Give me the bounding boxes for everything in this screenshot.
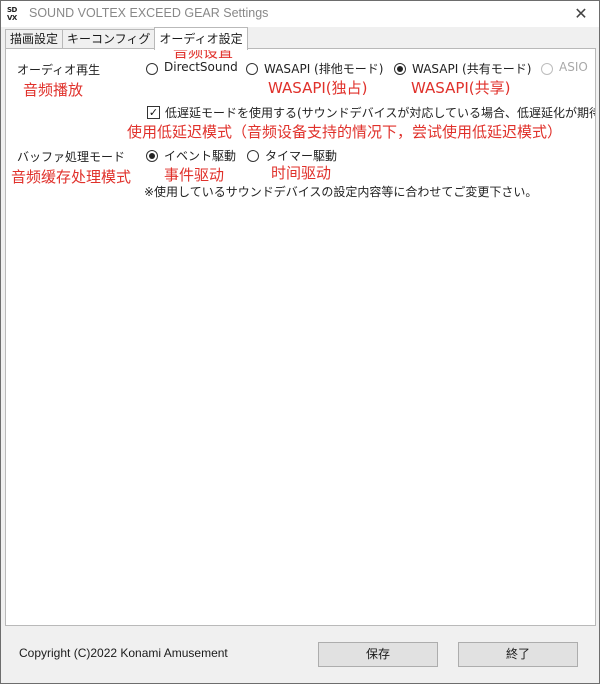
window-title: SOUND VOLTEX EXCEED GEAR Settings <box>29 6 269 20</box>
settings-window: SD VX SOUND VOLTEX EXCEED GEAR Settings ✕… <box>0 0 600 684</box>
save-button[interactable]: 保存 <box>318 642 438 667</box>
buffer-mode-label: バッファ処理モード <box>17 150 126 164</box>
radio-directsound[interactable] <box>146 63 158 75</box>
annotation-wasapi-exclusive: WASAPI(独占) <box>268 79 368 97</box>
exit-button[interactable]: 終了 <box>458 642 578 667</box>
annotation-audio-playback: 音频播放 <box>23 81 84 99</box>
low-latency-checkbox[interactable]: ✓ <box>147 106 160 119</box>
radio-timer-driven[interactable] <box>247 150 259 162</box>
option-event-driven-label: イベント駆動 <box>164 149 237 163</box>
tab-key-config[interactable]: キーコンフィグ <box>62 29 156 50</box>
tab-audio[interactable]: オーディオ設定 <box>154 27 248 50</box>
annotation-event-driven: 事件驱动 <box>164 166 225 184</box>
option-wasapi-exclusive-label: WASAPI (排他モード) <box>264 62 384 76</box>
audio-playback-label: オーディオ再生 <box>17 63 101 77</box>
radio-wasapi-exclusive[interactable] <box>246 63 258 75</box>
radio-asio <box>541 63 553 75</box>
title-bar: SD VX SOUND VOLTEX EXCEED GEAR Settings ✕ <box>1 1 599 27</box>
device-settings-note: ※使用しているサウンドデバイスの設定内容等に合わせてご変更下さい。 <box>144 185 538 199</box>
annotation-low-latency: 使用低延迟模式（音频设备支持的情况下，尝试使用低延迟模式） <box>127 123 563 141</box>
close-button[interactable]: ✕ <box>569 3 593 25</box>
tab-graphics[interactable]: 描画設定 <box>5 29 64 50</box>
radio-wasapi-shared[interactable] <box>394 63 406 75</box>
copyright-text: Copyright (C)2022 Konami Amusement <box>19 646 228 660</box>
annotation-wasapi-shared: WASAPI(共享) <box>411 79 511 97</box>
option-asio-label: ASIO <box>559 60 588 74</box>
option-directsound-label: DirectSound <box>164 60 238 74</box>
tab-bar: 描画設定 キーコンフィグ オーディオ設定 <box>5 27 248 50</box>
annotation-buffer-mode: 音频缓存处理模式 <box>11 168 132 186</box>
radio-event-driven[interactable] <box>146 150 158 162</box>
annotation-timer-driven: 时间驱动 <box>271 164 332 182</box>
low-latency-label: 低遅延モードを使用する(サウンドデバイスが対応している場合、低遅延化が期待 <box>165 106 595 120</box>
option-wasapi-shared-label: WASAPI (共有モード) <box>412 62 532 76</box>
app-logo-icon: SD VX <box>7 6 17 22</box>
